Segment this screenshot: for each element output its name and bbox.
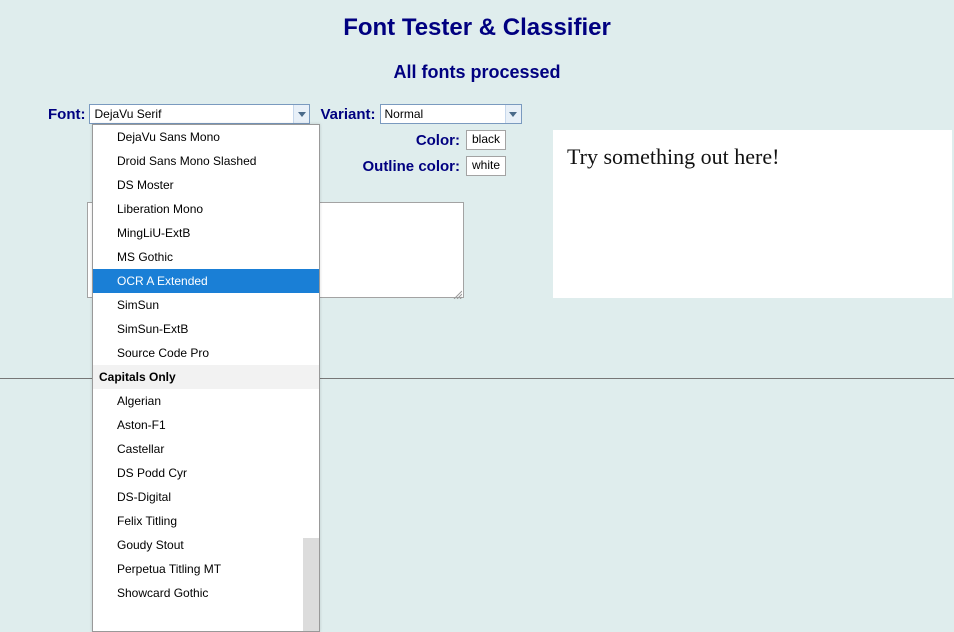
dropdown-option[interactable]: Aston-F1 <box>93 413 319 437</box>
preview-text: Try something out here! <box>567 144 779 169</box>
dropdown-option[interactable]: Droid Sans Mono Slashed <box>93 149 319 173</box>
variant-select-value: Normal <box>385 107 424 121</box>
font-select-value: DejaVu Serif <box>94 107 161 121</box>
dropdown-option[interactable]: MS Gothic <box>93 245 319 269</box>
color-controls: Color: black Outline color: white <box>316 130 536 182</box>
dropdown-option[interactable]: DS-Digital <box>93 485 319 509</box>
dropdown-option[interactable]: Showcard Gothic <box>93 581 319 605</box>
color-label: Color: <box>416 132 460 149</box>
dropdown-option[interactable]: DS Podd Cyr <box>93 461 319 485</box>
dropdown-option[interactable]: Castellar <box>93 437 319 461</box>
chevron-down-icon <box>505 105 521 123</box>
dropdown-option[interactable]: Felix Titling <box>93 509 319 533</box>
dropdown-option[interactable]: Goudy Stout <box>93 533 319 557</box>
dropdown-option[interactable]: SimSun-ExtB <box>93 317 319 341</box>
dropdown-option[interactable]: Liberation Mono <box>93 197 319 221</box>
dropdown-group-label: Capitals Only <box>93 365 319 389</box>
variant-select[interactable]: Normal <box>380 104 522 124</box>
page-subtitle: All fonts processed <box>0 62 954 83</box>
controls-row: Font: DejaVu Serif Variant: Normal <box>48 104 522 124</box>
dropdown-option[interactable]: DS Moster <box>93 173 319 197</box>
variant-label: Variant: <box>320 106 375 123</box>
color-input[interactable]: black <box>466 130 506 150</box>
resize-handle-icon[interactable] <box>452 286 462 296</box>
page-title: Font Tester & Classifier <box>0 14 954 42</box>
dropdown-option[interactable]: Perpetua Titling MT <box>93 557 319 581</box>
dropdown-option[interactable]: Source Code Pro <box>93 341 319 365</box>
font-select[interactable]: DejaVu Serif <box>89 104 310 124</box>
dropdown-option[interactable]: SimSun <box>93 293 319 317</box>
font-dropdown-list[interactable]: DejaVu Sans MonoDroid Sans Mono SlashedD… <box>92 124 320 632</box>
dropdown-option[interactable]: OCR A Extended <box>93 269 319 293</box>
font-preview-panel: Try something out here! <box>553 130 952 298</box>
header: Font Tester & Classifier All fonts proce… <box>0 0 954 83</box>
scrollbar[interactable] <box>303 538 319 631</box>
outline-color-input[interactable]: white <box>466 156 506 176</box>
dropdown-option[interactable]: Algerian <box>93 389 319 413</box>
chevron-down-icon <box>293 105 309 123</box>
dropdown-option[interactable]: MingLiU-ExtB <box>93 221 319 245</box>
dropdown-option[interactable]: DejaVu Sans Mono <box>93 125 319 149</box>
font-label: Font: <box>48 106 85 123</box>
outline-color-label: Outline color: <box>362 158 460 175</box>
